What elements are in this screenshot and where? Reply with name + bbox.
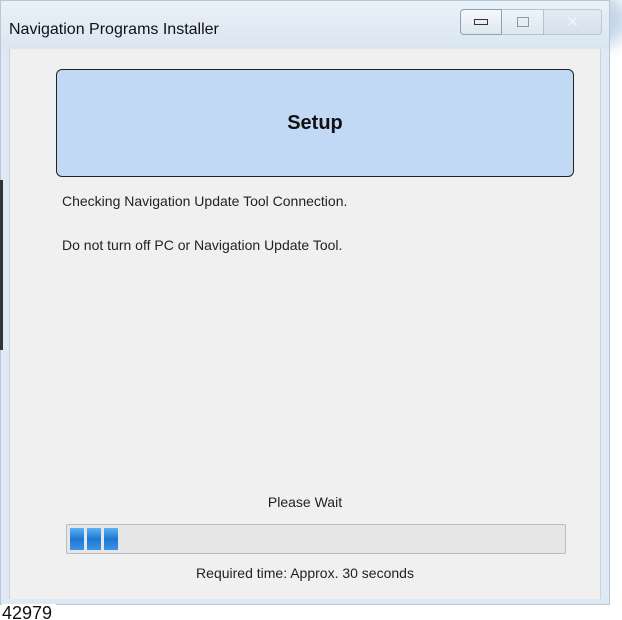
maximize-icon (516, 17, 529, 27)
installer-window: Navigation Programs Installer ✕ Setup Ch… (0, 0, 610, 605)
progress-fill (70, 528, 118, 550)
close-button[interactable]: ✕ (544, 9, 602, 35)
setup-banner: Setup (56, 69, 574, 177)
window-title: Navigation Programs Installer (9, 21, 219, 38)
screen: Navigation Programs Installer ✕ Setup Ch… (0, 0, 622, 620)
setup-title: Setup (287, 111, 343, 134)
title-bar[interactable]: Navigation Programs Installer ✕ (1, 1, 609, 49)
please-wait-label: Please Wait (267, 494, 343, 510)
progress-segment (104, 528, 118, 550)
required-time-label: Required time: Approx. 30 seconds (196, 565, 414, 581)
warning-message: Do not turn off PC or Navigation Update … (62, 237, 343, 253)
window-edge-shadow (0, 180, 3, 350)
figure-id: 42979 (2, 604, 57, 620)
close-icon: ✕ (565, 12, 580, 31)
status-message: Checking Navigation Update Tool Connecti… (62, 193, 348, 209)
progress-bar (66, 524, 566, 554)
minimize-button[interactable] (460, 9, 502, 35)
progress-segment (87, 528, 101, 550)
maximize-button[interactable] (502, 9, 544, 35)
client-area: Setup Checking Navigation Update Tool Co… (9, 49, 601, 599)
minimize-icon (474, 19, 488, 25)
caption-buttons: ✕ (460, 9, 602, 35)
progress-segment (70, 528, 84, 550)
